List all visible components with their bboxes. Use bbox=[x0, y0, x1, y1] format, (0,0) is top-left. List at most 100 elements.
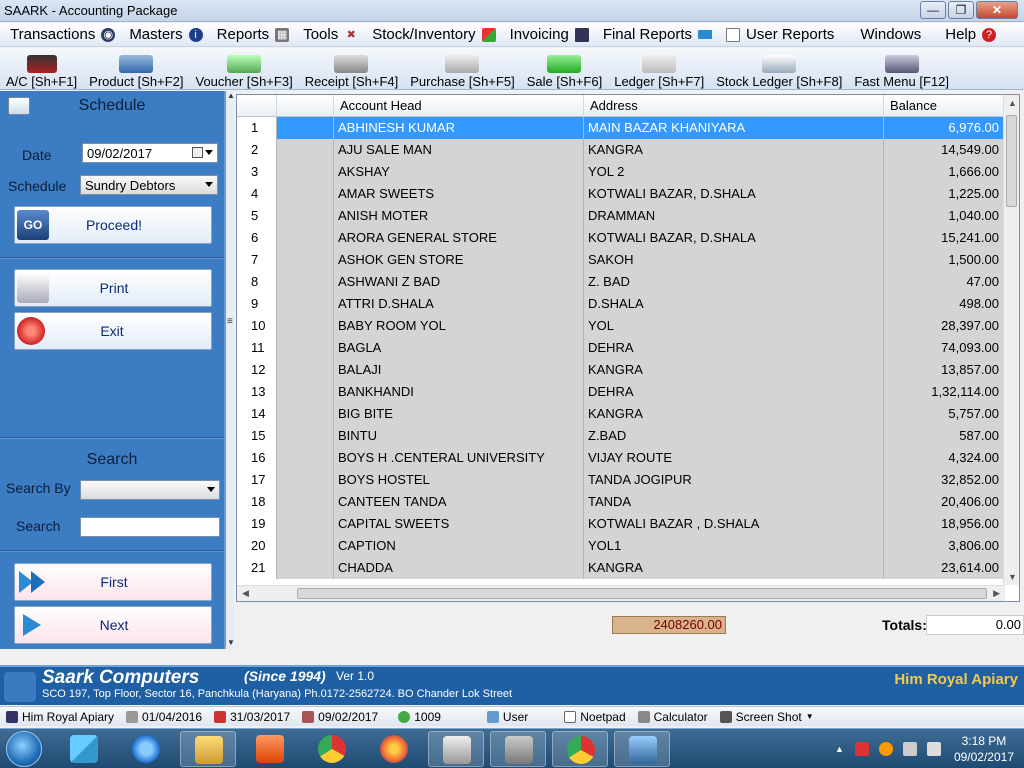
account-head-cell[interactable]: ANISH MOTER bbox=[334, 205, 584, 227]
status-user[interactable]: User bbox=[447, 710, 534, 724]
balance-cell[interactable]: 1,040.00 bbox=[884, 205, 1004, 227]
menu-windows[interactable]: Windows bbox=[838, 23, 925, 47]
horizontal-scrollbar[interactable]: ◀ ▶ bbox=[237, 585, 1005, 601]
row-number-cell[interactable]: 8 bbox=[237, 271, 277, 293]
menu-final-reports[interactable]: Final Reports bbox=[593, 23, 716, 47]
row-number-cell[interactable]: 10 bbox=[237, 315, 277, 337]
row-number-cell[interactable]: 13 bbox=[237, 381, 277, 403]
row-number-cell[interactable]: 6 bbox=[237, 227, 277, 249]
row-number-cell[interactable]: 12 bbox=[237, 359, 277, 381]
table-row[interactable]: 5 ANISH MOTER DRAMMAN 1,040.00 bbox=[237, 205, 1005, 227]
blank-cell[interactable] bbox=[277, 227, 334, 249]
taskbar-file-explorer[interactable] bbox=[180, 731, 236, 767]
row-number-cell[interactable]: 5 bbox=[237, 205, 277, 227]
address-cell[interactable]: Z. BAD bbox=[584, 271, 884, 293]
blank-cell[interactable] bbox=[277, 117, 334, 139]
search-input[interactable] bbox=[80, 517, 220, 537]
table-row[interactable]: 11 BAGLA DEHRA 74,093.00 bbox=[237, 337, 1005, 359]
row-number-cell[interactable]: 9 bbox=[237, 293, 277, 315]
row-number-cell[interactable]: 15 bbox=[237, 425, 277, 447]
address-cell[interactable]: KANGRA bbox=[584, 359, 884, 381]
table-row[interactable]: 4 AMAR SWEETS KOTWALI BAZAR, D.SHALA 1,225.… bbox=[237, 183, 1005, 205]
row-number-cell[interactable]: 2 bbox=[237, 139, 277, 161]
address-cell[interactable]: DEHRA bbox=[584, 337, 884, 359]
table-row[interactable]: 16 BOYS H .CENTERAL UNIVERSITY VIJAY ROUTE… bbox=[237, 447, 1005, 469]
table-row[interactable]: 6 ARORA GENERAL STORE KOTWALI BAZAR, D.SHA… bbox=[237, 227, 1005, 249]
table-row[interactable]: 8 ASHWANI Z BAD Z. BAD 47.00 bbox=[237, 271, 1005, 293]
table-row[interactable]: 7 ASHOK GEN STORE SAKOH 1,500.00 bbox=[237, 249, 1005, 271]
table-row[interactable]: 17 BOYS HOSTEL TANDA JOGIPUR 32,852.00 bbox=[237, 469, 1005, 491]
account-head-cell[interactable]: CAPITAL SWEETS bbox=[334, 513, 584, 535]
blank-cell[interactable] bbox=[277, 513, 334, 535]
balance-cell[interactable]: 6,976.00 bbox=[884, 117, 1004, 139]
scroll-up-icon[interactable]: ▲ bbox=[1008, 98, 1017, 108]
network-icon[interactable] bbox=[902, 742, 917, 756]
balance-cell[interactable]: 14,549.00 bbox=[884, 139, 1004, 161]
toolbar-ac-button[interactable]: A/C [Sh+F1] bbox=[0, 47, 83, 89]
blank-cell[interactable] bbox=[277, 161, 334, 183]
table-row[interactable]: 9 ATTRI D.SHALA D.SHALA 498.00 bbox=[237, 293, 1005, 315]
balance-cell[interactable]: 32,852.00 bbox=[884, 469, 1004, 491]
minimize-button[interactable]: — bbox=[920, 1, 946, 19]
blank-cell[interactable] bbox=[277, 315, 334, 337]
balance-cell[interactable]: 18,956.00 bbox=[884, 513, 1004, 535]
balance-cell[interactable]: 28,397.00 bbox=[884, 315, 1004, 337]
address-cell[interactable]: MAIN BAZAR KHANIYARA bbox=[584, 117, 884, 139]
menu-user-reports[interactable]: User Reports bbox=[716, 23, 838, 47]
blank-cell[interactable] bbox=[277, 249, 334, 271]
search-by-select[interactable] bbox=[80, 480, 220, 500]
address-cell[interactable]: DRAMMAN bbox=[584, 205, 884, 227]
toolbar-sale-button[interactable]: Sale [Sh+F6] bbox=[521, 47, 609, 89]
balance-cell[interactable]: 4,324.00 bbox=[884, 447, 1004, 469]
address-cell[interactable]: KANGRA bbox=[584, 139, 884, 161]
blank-cell[interactable] bbox=[277, 447, 334, 469]
scroll-right-icon[interactable]: ▶ bbox=[993, 588, 1000, 599]
address-cell[interactable]: KANGRA bbox=[584, 403, 884, 425]
account-head-cell[interactable]: AMAR SWEETS bbox=[334, 183, 584, 205]
taskbar-windows-app[interactable] bbox=[56, 731, 112, 767]
blank-cell[interactable] bbox=[277, 425, 334, 447]
address-cell[interactable]: Z.BAD bbox=[584, 425, 884, 447]
address-cell[interactable]: TANDA bbox=[584, 491, 884, 513]
blank-cell[interactable] bbox=[277, 359, 334, 381]
restore-button[interactable]: ❐ bbox=[948, 1, 974, 19]
address-cell[interactable]: KOTWALI BAZAR, D.SHALA bbox=[584, 227, 884, 249]
row-number-cell[interactable]: 17 bbox=[237, 469, 277, 491]
balance-cell[interactable]: 23,614.00 bbox=[884, 557, 1004, 579]
scroll-thumb[interactable] bbox=[1006, 115, 1017, 207]
menu-reports[interactable]: Reports ▦ bbox=[207, 23, 294, 47]
row-number-cell[interactable]: 14 bbox=[237, 403, 277, 425]
menu-invoicing[interactable]: Invoicing bbox=[500, 23, 593, 47]
account-head-cell[interactable]: BALAJI bbox=[334, 359, 584, 381]
table-row[interactable]: 13 BANKHANDI DEHRA 1,32,114.00 bbox=[237, 381, 1005, 403]
flag-icon[interactable] bbox=[854, 742, 869, 756]
row-number-cell[interactable]: 11 bbox=[237, 337, 277, 359]
taskbar-media-player[interactable] bbox=[242, 731, 298, 767]
first-button[interactable]: First bbox=[14, 563, 212, 601]
table-row[interactable]: 2 AJU SALE MAN KANGRA 14,549.00 bbox=[237, 139, 1005, 161]
table-row[interactable]: 20 CAPTION YOL1 3,806.00 bbox=[237, 535, 1005, 557]
toolbar-purchase-button[interactable]: Purchase [Sh+F5] bbox=[404, 47, 520, 89]
balance-cell[interactable]: 1,225.00 bbox=[884, 183, 1004, 205]
column-header-account-head[interactable]: Account Head bbox=[334, 95, 584, 117]
blank-cell[interactable] bbox=[277, 293, 334, 315]
row-number-cell[interactable]: 7 bbox=[237, 249, 277, 271]
table-row[interactable]: 18 CANTEEN TANDA TANDA 20,406.00 bbox=[237, 491, 1005, 513]
table-row[interactable]: 10 BABY ROOM YOL YOL 28,397.00 bbox=[237, 315, 1005, 337]
menu-masters[interactable]: Masters i bbox=[119, 23, 206, 47]
account-head-cell[interactable]: BINTU bbox=[334, 425, 584, 447]
blank-cell[interactable] bbox=[277, 205, 334, 227]
balance-cell[interactable]: 498.00 bbox=[884, 293, 1004, 315]
taskbar-internet-explorer[interactable] bbox=[118, 731, 174, 767]
account-head-cell[interactable]: ASHOK GEN STORE bbox=[334, 249, 584, 271]
balance-cell[interactable]: 47.00 bbox=[884, 271, 1004, 293]
account-head-cell[interactable]: AJU SALE MAN bbox=[334, 139, 584, 161]
account-head-cell[interactable]: ARORA GENERAL STORE bbox=[334, 227, 584, 249]
schedule-select[interactable]: Sundry Debtors bbox=[80, 175, 218, 195]
column-header-balance[interactable]: Balance bbox=[884, 95, 1005, 117]
address-cell[interactable]: KOTWALI BAZAR, D.SHALA bbox=[584, 183, 884, 205]
blank-cell[interactable] bbox=[277, 469, 334, 491]
account-head-cell[interactable]: BABY ROOM YOL bbox=[334, 315, 584, 337]
exit-button[interactable]: Exit bbox=[14, 312, 212, 350]
toolbar-stock-ledger-button[interactable]: Stock Ledger [Sh+F8] bbox=[710, 47, 848, 89]
